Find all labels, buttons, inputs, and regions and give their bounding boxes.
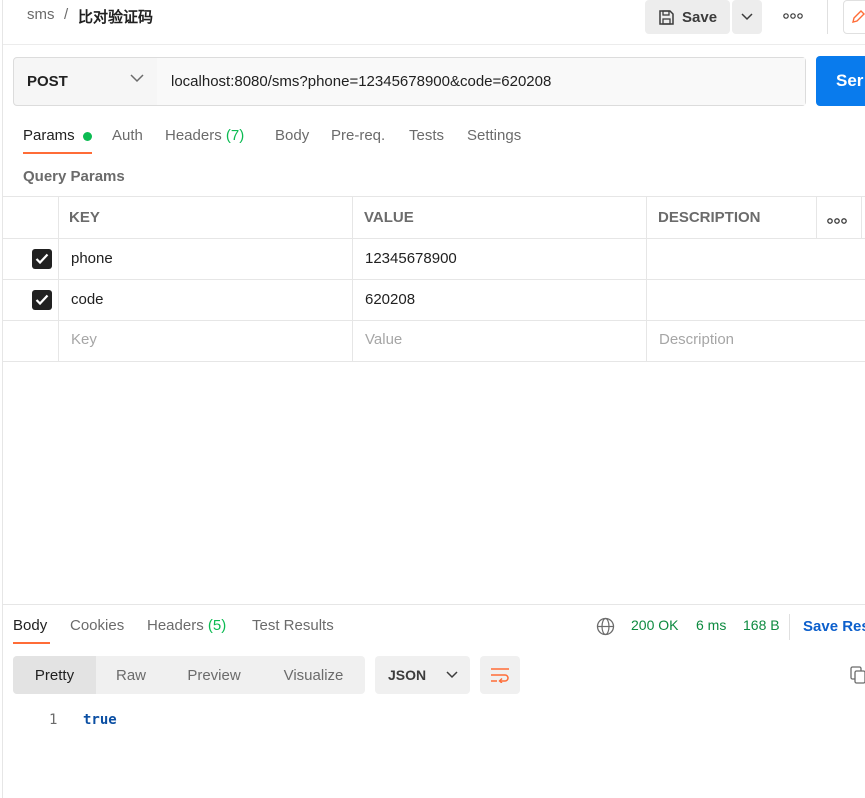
chevron-down-icon — [446, 671, 458, 679]
view-mode-raw[interactable]: Raw — [96, 656, 166, 694]
response-tab-headers[interactable]: Headers (5) — [147, 617, 226, 634]
request-title[interactable]: 比对验证码 — [78, 6, 153, 27]
more-options-button[interactable] — [778, 4, 808, 28]
response-tab-indicator — [13, 642, 50, 644]
response-tab-cookies[interactable]: Cookies — [70, 617, 124, 634]
response-headers-count: (5) — [207, 617, 227, 634]
url-input[interactable]: localhost:8080/sms?phone=12345678900&cod… — [157, 58, 805, 105]
chevron-down-icon — [130, 74, 144, 83]
header-divider — [3, 44, 865, 45]
table-border — [3, 320, 865, 321]
view-mode-pretty-label: Pretty — [34, 666, 75, 684]
new-description-input[interactable]: Description — [659, 331, 734, 348]
wrap-lines-icon — [491, 668, 509, 683]
column-header-description: DESCRIPTION — [658, 209, 761, 226]
query-params-title: Query Params — [23, 168, 125, 185]
check-icon — [35, 253, 49, 265]
save-label: Save — [682, 8, 718, 26]
response-time[interactable]: 6 ms — [696, 617, 726, 633]
check-icon — [35, 294, 49, 306]
view-mode-raw-label: Raw — [115, 666, 146, 684]
tab-auth[interactable]: Auth — [112, 127, 143, 144]
copy-icon[interactable] — [850, 666, 865, 684]
globe-icon[interactable] — [596, 617, 615, 636]
table-border — [3, 196, 865, 197]
status-code[interactable]: 200 OK — [631, 617, 678, 633]
send-button[interactable]: Ser — [816, 56, 865, 106]
new-key-input[interactable]: Key — [71, 331, 97, 348]
param-checkbox[interactable] — [32, 249, 52, 269]
params-active-dot — [83, 132, 92, 141]
response-body-content[interactable]: true — [83, 712, 117, 728]
pencil-icon — [852, 10, 865, 23]
param-checkbox[interactable] — [32, 290, 52, 310]
more-horizontal-icon — [827, 218, 847, 224]
response-headers-label: Headers — [147, 617, 204, 634]
view-mode-visualize-label: Visualize — [283, 666, 344, 684]
param-key-cell[interactable]: code — [71, 291, 104, 308]
view-mode-preview-label: Preview — [187, 666, 241, 684]
tab-body[interactable]: Body — [275, 127, 309, 144]
new-value-input[interactable]: Value — [365, 331, 402, 348]
response-tab-test-results[interactable]: Test Results — [252, 617, 334, 634]
column-header-value: VALUE — [364, 209, 414, 226]
table-border — [3, 238, 865, 239]
format-label: JSON — [388, 667, 427, 683]
column-header-key: KEY — [69, 209, 100, 226]
more-horizontal-icon — [783, 13, 803, 19]
save-button[interactable]: Save — [645, 0, 730, 34]
tab-prereq[interactable]: Pre-req. — [331, 127, 385, 144]
table-border — [352, 196, 353, 362]
param-value-cell[interactable]: 620208 — [365, 291, 415, 308]
method-label: POST — [27, 73, 68, 90]
response-size[interactable]: 168 B — [743, 617, 780, 633]
url-text: localhost:8080/sms?phone=12345678900&cod… — [171, 73, 552, 90]
param-key-cell[interactable]: phone — [71, 250, 113, 267]
table-border — [861, 196, 862, 238]
response-divider — [3, 604, 865, 605]
line-number: 1 — [49, 712, 58, 728]
tab-tests[interactable]: Tests — [409, 127, 444, 144]
table-border — [646, 196, 647, 362]
response-tab-body[interactable]: Body — [13, 617, 47, 634]
wrap-lines-button[interactable] — [480, 656, 520, 694]
table-border — [3, 279, 865, 280]
status-divider — [789, 614, 790, 640]
table-more-button[interactable] — [827, 212, 847, 229]
table-border — [3, 361, 865, 362]
param-value-cell[interactable]: 12345678900 — [365, 250, 457, 267]
breadcrumb-separator: / — [64, 6, 69, 23]
tab-active-indicator — [23, 152, 92, 154]
tab-headers-count: (7) — [225, 127, 245, 144]
table-border — [816, 196, 817, 238]
save-icon — [659, 9, 674, 25]
save-options-button[interactable] — [732, 0, 762, 34]
view-mode-preview[interactable]: Preview — [166, 656, 262, 694]
save-response-button[interactable]: Save Res — [803, 618, 865, 635]
table-border — [58, 196, 59, 362]
tab-settings[interactable]: Settings — [467, 127, 521, 144]
tab-headers[interactable]: Headers (7) — [165, 127, 244, 144]
chevron-down-icon — [741, 13, 753, 21]
view-mode-visualize[interactable]: Visualize — [262, 656, 365, 694]
toolbar-divider — [827, 0, 828, 34]
tab-params[interactable]: Params — [23, 127, 75, 144]
breadcrumb-parent[interactable]: sms — [27, 6, 55, 23]
window-edge — [2, 0, 3, 798]
edit-button[interactable] — [843, 0, 865, 34]
format-select[interactable]: JSON — [375, 656, 470, 694]
tab-headers-label: Headers — [165, 127, 222, 144]
send-label: Ser — [836, 71, 864, 90]
view-mode-pretty[interactable]: Pretty — [13, 656, 96, 694]
